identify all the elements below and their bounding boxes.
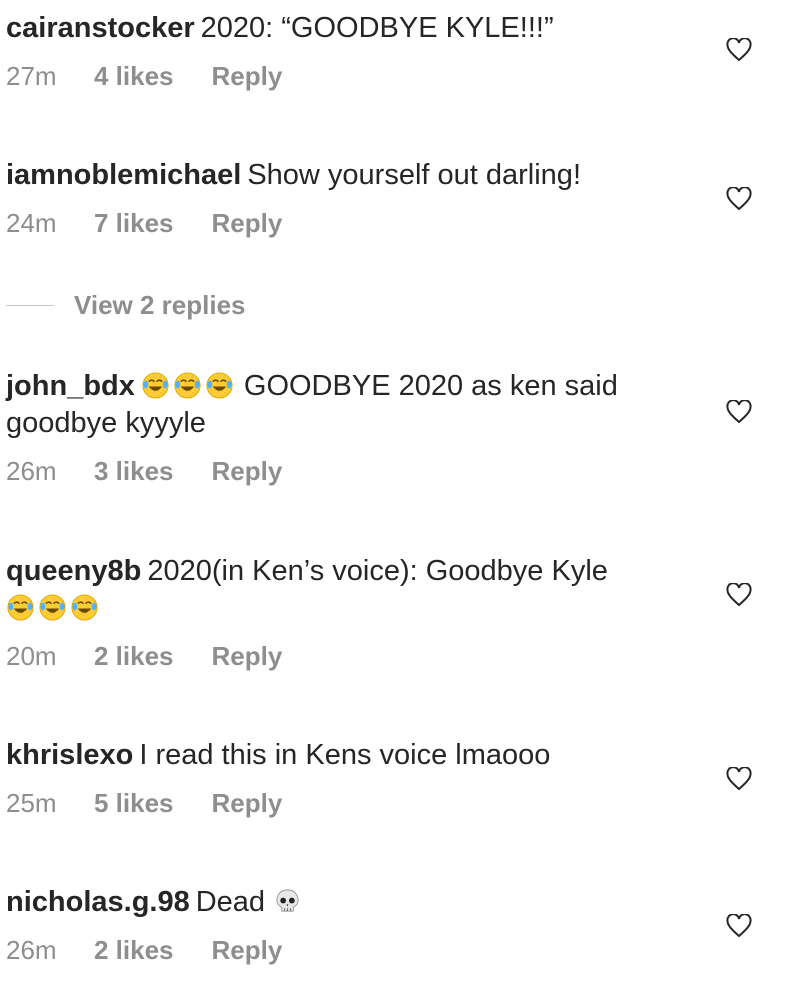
face-with-tears-of-joy-icon: [142, 372, 169, 399]
comment-time[interactable]: 26m: [6, 456, 76, 486]
comment-text: iamnoblemichael Show yourself out darling…: [6, 157, 686, 194]
like-heart-icon[interactable]: [726, 767, 752, 791]
comment-item: iamnoblemichael Show yourself out darling…: [6, 157, 800, 238]
comment-text: cairanstocker 2020: “GOODBYE KYLE!!!”: [6, 10, 686, 47]
comment-likes[interactable]: 7 likes: [94, 208, 174, 238]
comment-body: 2020: “GOODBYE KYLE!!!”: [200, 12, 554, 44]
skull-icon: [276, 889, 299, 912]
comment-meta: 27m 4 likes Reply: [6, 61, 800, 91]
comment-time[interactable]: 27m: [6, 61, 76, 91]
comment-item: queeny8b 2020(in Ken’s voice): Goodbye Ky…: [6, 553, 800, 671]
comment-time[interactable]: 20m: [6, 641, 76, 671]
face-with-tears-of-joy-icon: [39, 594, 66, 621]
face-with-tears-of-joy-icon: [174, 372, 201, 399]
comment-item: nicholas.g.98 Dead 26m 2 likes Reply: [6, 884, 800, 965]
comment-time[interactable]: 26m: [6, 935, 76, 965]
comment-time[interactable]: 24m: [6, 208, 76, 238]
comment-item: cairanstocker 2020: “GOODBYE KYLE!!!” 27m…: [6, 10, 800, 91]
comment-text: khrislexo I read this in Kens voice lmaoo…: [6, 737, 686, 774]
comment-username[interactable]: cairanstocker: [6, 12, 195, 44]
like-heart-icon[interactable]: [726, 914, 752, 938]
comment-body: I read this in Kens voice lmaooo: [139, 739, 551, 771]
divider: [6, 305, 54, 306]
reply-button[interactable]: Reply: [212, 61, 283, 91]
comment-likes[interactable]: 3 likes: [94, 456, 174, 486]
comment-body: Dead: [195, 886, 266, 918]
face-with-tears-of-joy-icon: [206, 372, 233, 399]
face-with-tears-of-joy-icon: [71, 594, 98, 621]
reply-button[interactable]: Reply: [212, 456, 283, 486]
comment-item: khrislexo I read this in Kens voice lmaoo…: [6, 737, 800, 818]
comment-username[interactable]: queeny8b: [6, 555, 141, 587]
comment-meta: 20m 2 likes Reply: [6, 641, 800, 671]
comment-body: Show yourself out darling!: [247, 159, 581, 191]
reply-button[interactable]: Reply: [212, 208, 283, 238]
comment-body: 2020(in Ken’s voice): Goodbye Kyle: [147, 555, 608, 587]
reply-button[interactable]: Reply: [212, 641, 283, 671]
reply-button[interactable]: Reply: [212, 788, 283, 818]
comment-meta: 26m 2 likes Reply: [6, 935, 800, 965]
comment-item: john_bdx GOODBYE 2020 as ken said goodbye…: [6, 368, 800, 486]
comment-text: nicholas.g.98 Dead: [6, 884, 686, 921]
view-replies-button[interactable]: View 2 replies: [6, 290, 246, 321]
reply-button[interactable]: Reply: [212, 935, 283, 965]
comment-likes[interactable]: 4 likes: [94, 61, 174, 91]
comment-time[interactable]: 25m: [6, 788, 76, 818]
comment-meta: 25m 5 likes Reply: [6, 788, 800, 818]
like-heart-icon[interactable]: [726, 38, 752, 62]
comment-username[interactable]: khrislexo: [6, 739, 133, 771]
comment-meta: 24m 7 likes Reply: [6, 208, 800, 238]
comment-text: john_bdx GOODBYE 2020 as ken said goodbye…: [6, 368, 646, 442]
face-with-tears-of-joy-icon: [7, 594, 34, 621]
comment-likes[interactable]: 2 likes: [94, 935, 174, 965]
comment-username[interactable]: john_bdx: [6, 370, 135, 402]
comment-likes[interactable]: 2 likes: [94, 641, 174, 671]
comment-username[interactable]: nicholas.g.98: [6, 886, 190, 918]
view-replies-label: View 2 replies: [74, 290, 246, 320]
like-heart-icon[interactable]: [726, 187, 752, 211]
like-heart-icon[interactable]: [726, 583, 752, 607]
comment-likes[interactable]: 5 likes: [94, 788, 174, 818]
comment-text: queeny8b 2020(in Ken’s voice): Goodbye Ky…: [6, 553, 686, 627]
like-heart-icon[interactable]: [726, 400, 752, 424]
comment-username[interactable]: iamnoblemichael: [6, 159, 241, 191]
comment-meta: 26m 3 likes Reply: [6, 456, 800, 486]
